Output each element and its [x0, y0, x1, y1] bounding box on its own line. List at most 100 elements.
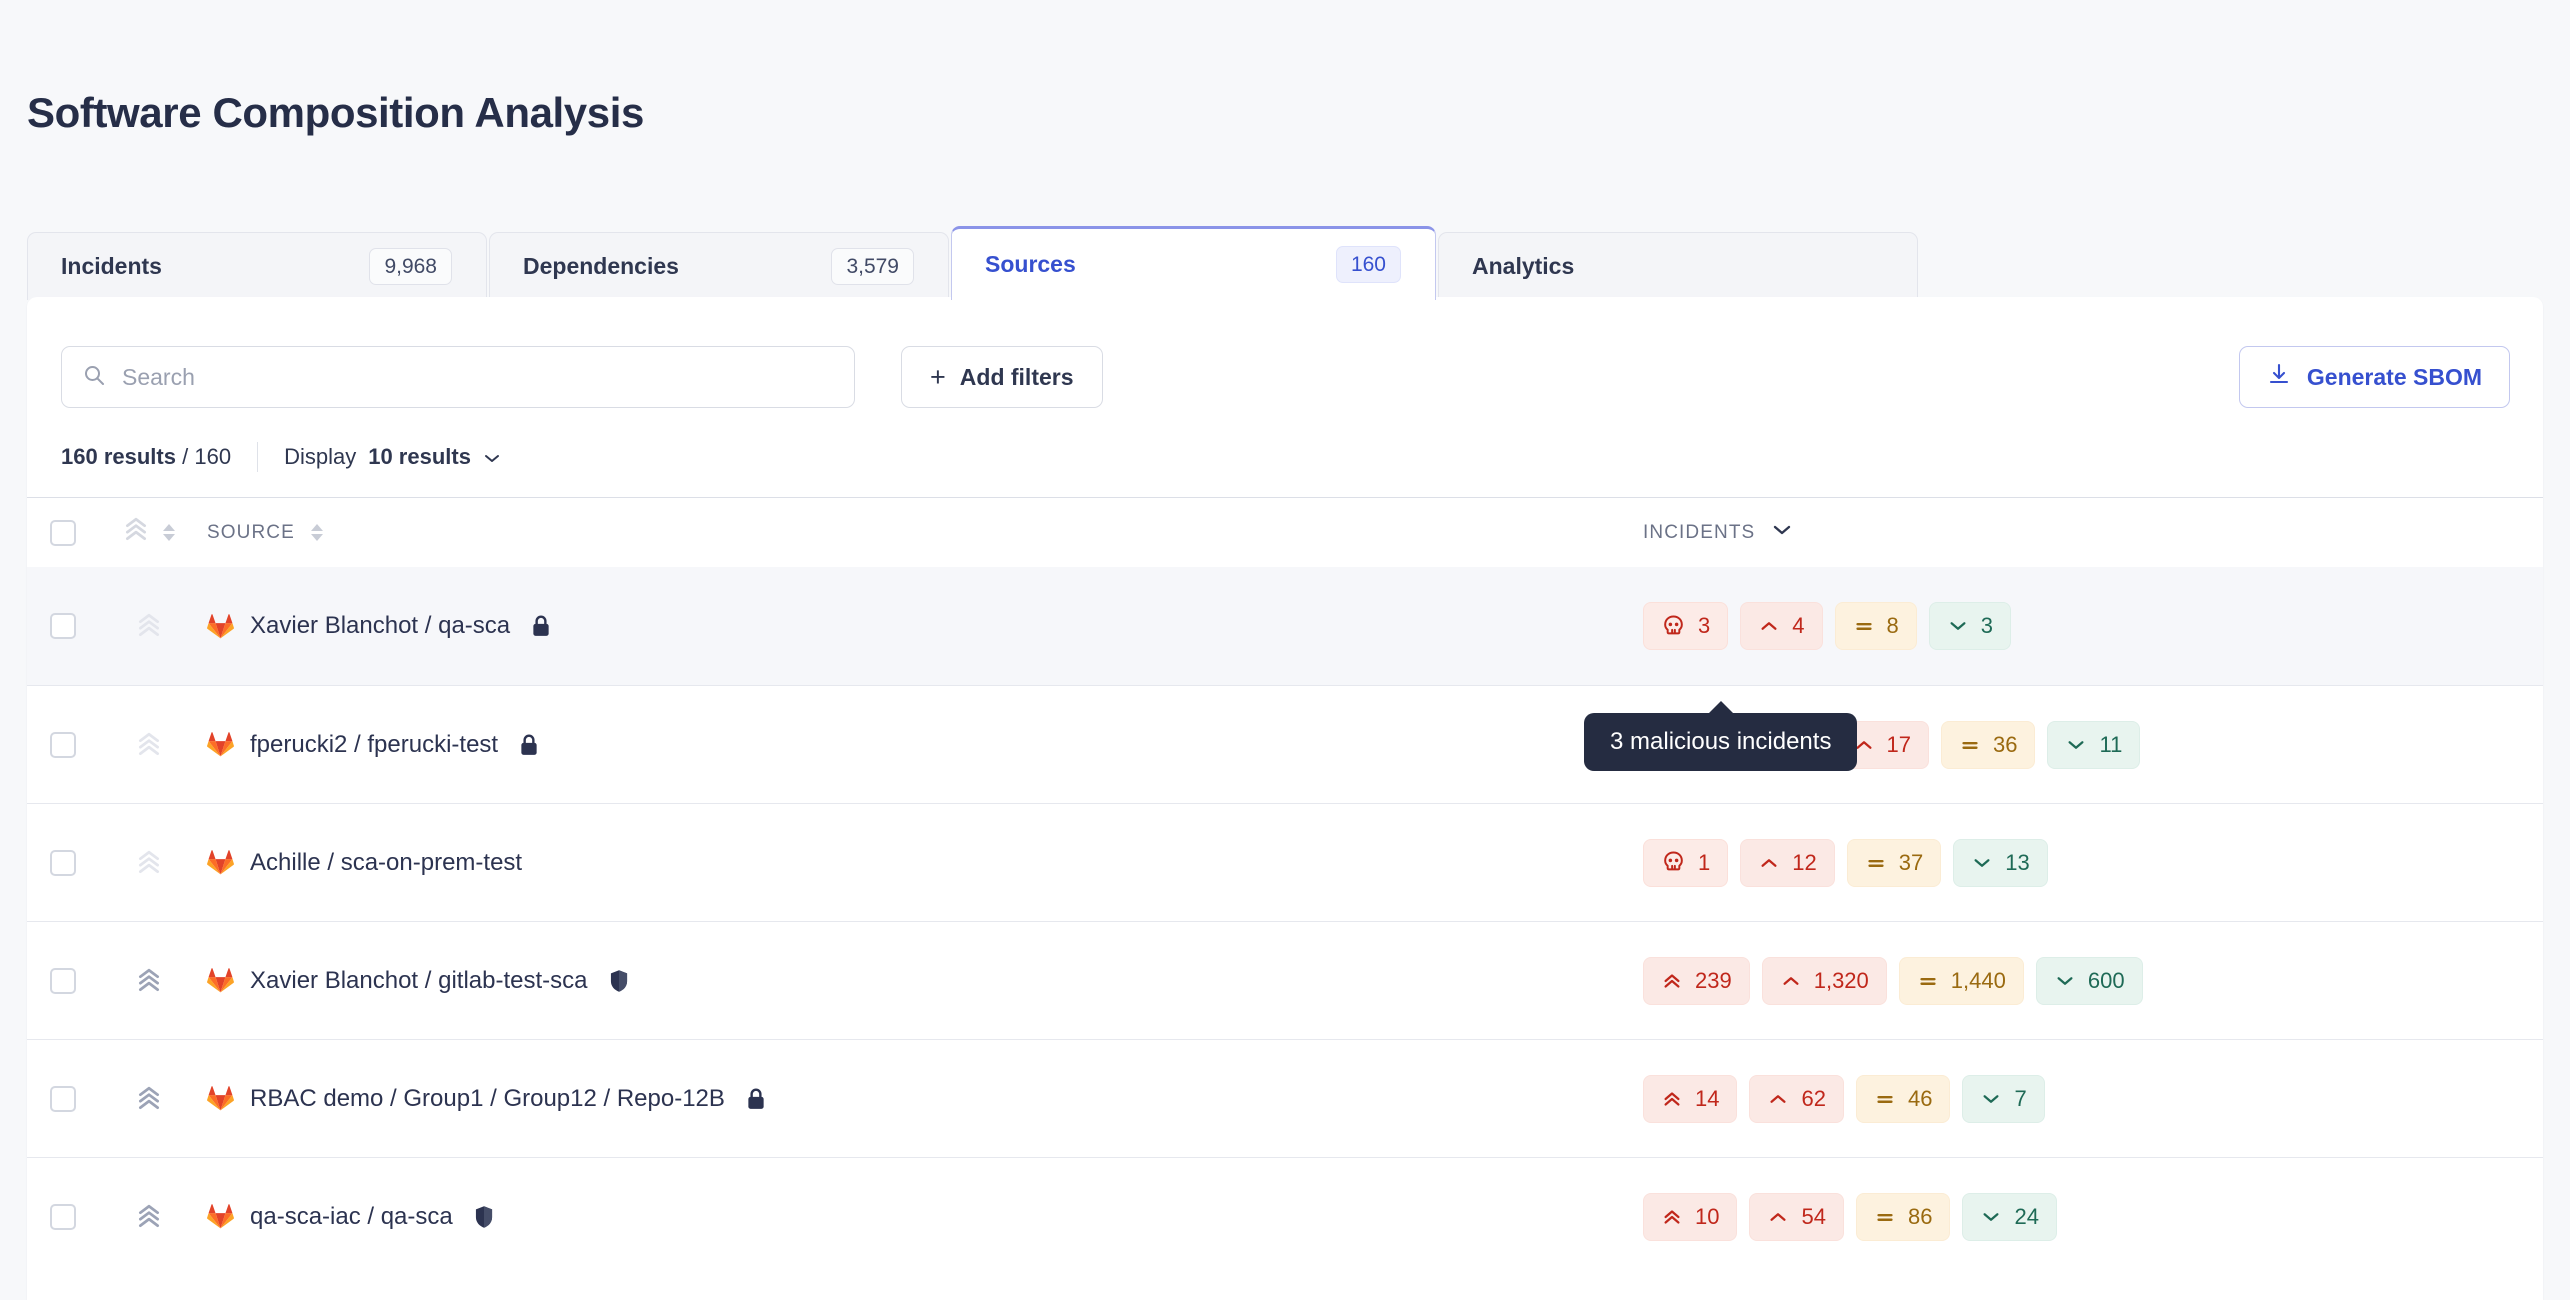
row-checkbox[interactable] — [50, 613, 76, 639]
badge-high[interactable]: 12 — [1740, 838, 1835, 887]
badge-value: 37 — [1898, 849, 1924, 875]
badge-critical[interactable]: 10 — [1643, 1192, 1738, 1241]
medium-equals-icon — [1962, 741, 1978, 749]
severity-chevrons-icon — [138, 1204, 160, 1227]
row-incidents-cell: 10 54 86 24 — [1643, 1192, 2543, 1241]
select-all-checkbox[interactable] — [50, 519, 76, 546]
badge-value: 11 — [2099, 731, 2123, 757]
badge-value: 13 — [2005, 849, 2030, 875]
badge-value: 3 — [1980, 613, 1993, 638]
malicious-icon — [1661, 850, 1686, 875]
badge-value: 17 — [1886, 731, 1911, 757]
badge-medium[interactable]: 86 — [1855, 1192, 1951, 1241]
incidents-sort-chevron-icon[interactable] — [1771, 523, 1793, 542]
badge-value: 4 — [1792, 613, 1805, 638]
generate-sbom-label: Generate SBOM — [2306, 363, 2482, 390]
lock-icon — [533, 615, 549, 636]
badge-value: 10 — [1695, 1203, 1720, 1229]
critical-double-chevron-up-icon — [1664, 973, 1680, 988]
row-checkbox[interactable] — [50, 1203, 76, 1230]
medium-icon — [1865, 852, 1887, 874]
tab-incidents[interactable]: Incidents 9,968 — [27, 232, 487, 300]
row-severity-cell — [99, 1085, 199, 1113]
badge-value: 14 — [1695, 1085, 1720, 1111]
chevron-down-icon — [483, 444, 501, 470]
severity-chevrons-icon — [138, 613, 160, 637]
low-chevron-down-icon — [2057, 976, 2073, 985]
severity-sort-toggle[interactable] — [163, 524, 175, 541]
row-checkbox[interactable] — [50, 1085, 76, 1112]
source-name[interactable]: fperucki2 / fperucki-test — [250, 731, 498, 759]
badge-critical[interactable]: 239 — [1643, 956, 1750, 1005]
row-severity-cell — [99, 849, 199, 877]
badge-high[interactable]: 4 — [1740, 602, 1823, 650]
severity-chevrons-icon — [138, 968, 160, 991]
medium-icon — [1874, 1088, 1896, 1110]
display-count-selector[interactable]: Display 10 results — [284, 444, 501, 470]
badge-value: 1 — [1698, 849, 1711, 875]
lock-icon — [748, 1088, 764, 1109]
table-row[interactable]: fperucki2 / fperucki-test11173611 — [27, 685, 2543, 803]
table-header-row: SOURCE INCIDENTS — [27, 497, 2543, 567]
badge-value: 46 — [1907, 1085, 1933, 1111]
search-box[interactable] — [61, 346, 855, 408]
badge-value: 1,440 — [1950, 967, 2006, 993]
search-input[interactable] — [122, 363, 834, 391]
source-sort-toggle[interactable] — [310, 524, 323, 541]
high-icon — [1780, 970, 1802, 992]
low-icon — [2065, 734, 2087, 756]
sources-panel: + Add filters Generate SBOM 160 results … — [27, 297, 2543, 1300]
critical-icon — [1661, 1088, 1683, 1110]
medium-equals-icon — [1855, 622, 1872, 630]
row-select-cell — [27, 731, 99, 758]
badge-high[interactable]: 62 — [1749, 1074, 1844, 1123]
severity-header-cell — [99, 516, 199, 549]
badge-medium[interactable]: 1,440 — [1898, 956, 2024, 1005]
table-row[interactable]: RBAC demo / Group1 / Group12 / Repo-12B 1… — [27, 1039, 2543, 1157]
row-severity-cell — [99, 731, 199, 759]
badge-high[interactable]: 54 — [1749, 1192, 1844, 1241]
low-icon — [1980, 1206, 2002, 1228]
badge-low[interactable]: 600 — [2035, 956, 2143, 1005]
badge-low[interactable]: 7 — [1962, 1074, 2045, 1123]
tab-sources[interactable]: Sources 160 — [951, 226, 1436, 300]
badge-critical[interactable]: 14 — [1643, 1074, 1738, 1123]
table-row[interactable]: Achille / sca-on-prem-test 1 12 37 13 — [27, 803, 2543, 921]
select-all-cell — [27, 519, 99, 546]
badge-medium[interactable]: 37 — [1846, 838, 1942, 887]
tab-dependencies[interactable]: Dependencies 3,579 — [489, 232, 949, 300]
source-header-label: SOURCE — [207, 521, 295, 543]
badge-malicious[interactable]: 1 — [1643, 838, 1729, 887]
tooltip: 3 malicious incidents — [1584, 701, 1858, 771]
row-select-cell — [27, 613, 99, 639]
source-name[interactable]: qa-sca-iac / qa-sca — [250, 1203, 453, 1231]
add-filters-button[interactable]: + Add filters — [901, 346, 1103, 408]
badge-low[interactable]: 24 — [1962, 1192, 2057, 1241]
tab-analytics[interactable]: Analytics — [1438, 232, 1918, 300]
source-name[interactable]: Xavier Blanchot / gitlab-test-sca — [250, 967, 588, 995]
badge-malicious[interactable]: 3 — [1643, 602, 1729, 650]
shield-icon — [610, 969, 627, 992]
row-incidents-cell: 3 4 8 3 — [1643, 602, 2543, 650]
row-checkbox[interactable] — [50, 849, 76, 876]
table-row[interactable]: Xavier Blanchot / qa-sca 3 4 8 3 — [27, 567, 2543, 685]
badge-medium[interactable]: 46 — [1855, 1074, 1951, 1123]
badge-medium[interactable]: 36 — [1940, 720, 2036, 769]
source-name[interactable]: Xavier Blanchot / qa-sca — [250, 612, 510, 640]
table-row[interactable]: Xavier Blanchot / gitlab-test-sca 239 1,32… — [27, 921, 2543, 1039]
badge-low[interactable]: 13 — [1953, 838, 2048, 887]
medium-equals-icon — [1920, 977, 1936, 985]
generate-sbom-button[interactable]: Generate SBOM — [2238, 346, 2510, 408]
tooltip-text: 3 malicious incidents — [1610, 728, 1832, 755]
tab-count-badge: 3,579 — [831, 248, 914, 285]
source-name[interactable]: Achille / sca-on-prem-test — [250, 849, 522, 877]
shield-icon — [475, 1205, 492, 1228]
badge-low[interactable]: 3 — [1928, 602, 2011, 650]
row-checkbox[interactable] — [50, 967, 76, 994]
table-row[interactable]: qa-sca-iac / qa-sca 10 54 86 24 — [27, 1157, 2543, 1275]
row-checkbox[interactable] — [50, 731, 76, 758]
badge-low[interactable]: 11 — [2047, 720, 2141, 769]
source-name[interactable]: RBAC demo / Group1 / Group12 / Repo-12B — [250, 1085, 725, 1113]
badge-high[interactable]: 1,320 — [1761, 956, 1887, 1005]
badge-medium[interactable]: 8 — [1834, 602, 1917, 650]
